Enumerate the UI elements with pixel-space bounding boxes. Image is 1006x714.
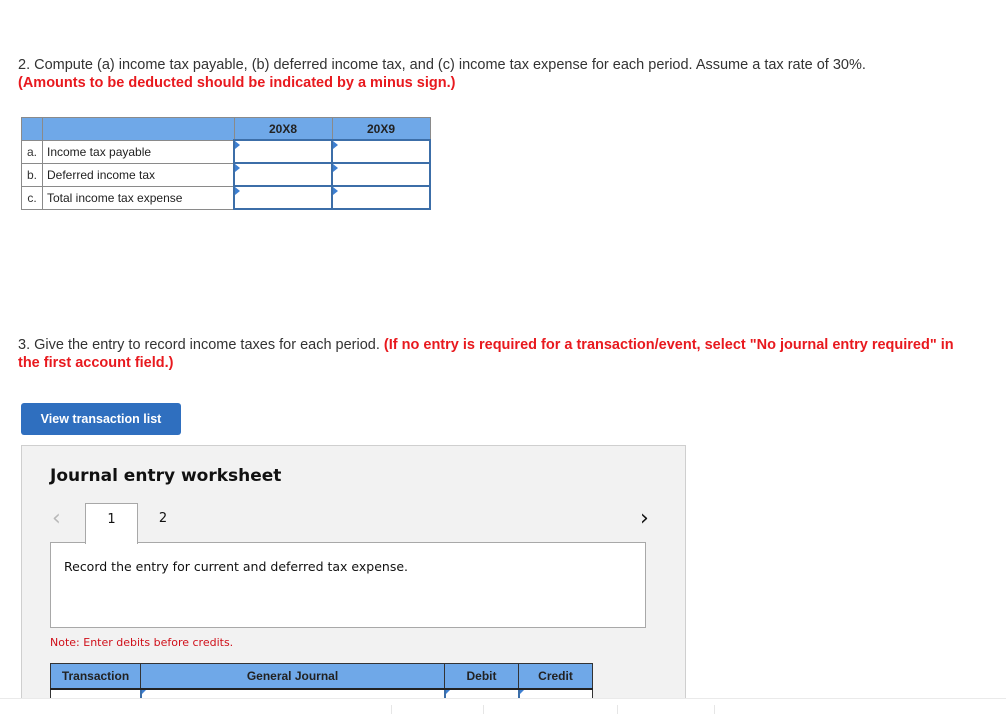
general-journal-table: Transaction General Journal Debit Credit: [50, 663, 593, 702]
worksheet-title: Journal entry worksheet: [50, 466, 282, 486]
deferred-income-tax-20x8-field[interactable]: [235, 164, 331, 185]
total-income-tax-expense-20x9-input[interactable]: [331, 185, 431, 210]
view-transaction-list-button[interactable]: View transaction list: [21, 403, 181, 435]
income-tax-payable-20x9-field[interactable]: [333, 141, 429, 162]
question-3: 3. Give the entry to record income taxes…: [18, 336, 978, 372]
deferred-income-tax-20x8-input[interactable]: [233, 162, 333, 187]
income-tax-payable-20x8-input[interactable]: [233, 139, 333, 164]
input-marker-icon: [235, 187, 240, 195]
journal-entry-worksheet: Journal entry worksheet ‹ 1 2 › Record t…: [21, 445, 686, 707]
tab-2[interactable]: 2: [146, 503, 180, 543]
header-general-journal: General Journal: [140, 663, 445, 690]
input-marker-icon: [519, 690, 528, 694]
question-3-text: 3. Give the entry to record income taxes…: [18, 337, 380, 353]
input-marker-icon: [333, 164, 338, 172]
debit-credit-note: Note: Enter debits before credits.: [50, 636, 234, 649]
chevron-right-icon[interactable]: ›: [640, 506, 649, 531]
tax-table-header-row: 20X8 20X9: [21, 117, 431, 141]
header-20x9: 20X9: [331, 117, 431, 141]
question-2-text: 2. Compute (a) income tax payable, (b) d…: [18, 57, 866, 73]
deferred-income-tax-20x9-input[interactable]: [331, 162, 431, 187]
row-letter: c.: [21, 185, 43, 210]
bottom-toolbar: [0, 698, 1006, 714]
tax-computation-table: 20X8 20X9 a. Income tax payable b. Defer…: [21, 117, 431, 210]
total-income-tax-expense-20x9-field[interactable]: [333, 187, 429, 208]
income-tax-payable-20x8-field[interactable]: [235, 141, 331, 162]
table-row: b. Deferred income tax: [21, 162, 431, 187]
chevron-left-icon[interactable]: ‹: [52, 506, 61, 531]
header-credit: Credit: [518, 663, 593, 690]
input-marker-icon: [235, 164, 240, 172]
deferred-income-tax-20x9-field[interactable]: [333, 164, 429, 185]
table-row: c. Total income tax expense: [21, 185, 431, 210]
input-marker-icon: [141, 690, 150, 694]
row-label: Total income tax expense: [42, 185, 235, 210]
header-transaction: Transaction: [50, 663, 141, 690]
total-income-tax-expense-20x8-field[interactable]: [235, 187, 331, 208]
income-tax-payable-20x9-input[interactable]: [331, 139, 431, 164]
header-letter: [21, 117, 43, 141]
question-2: 2. Compute (a) income tax payable, (b) d…: [18, 56, 978, 92]
instruction-box: Record the entry for current and deferre…: [50, 542, 646, 628]
header-debit: Debit: [444, 663, 519, 690]
tab-1[interactable]: 1: [85, 503, 138, 544]
input-marker-icon: [333, 187, 338, 195]
header-label: [42, 117, 235, 141]
row-letter: a.: [21, 139, 43, 164]
question-2-note: (Amounts to be deducted should be indica…: [18, 75, 456, 91]
journal-header-row: Transaction General Journal Debit Credit: [50, 663, 593, 690]
row-label: Income tax payable: [42, 139, 235, 164]
input-marker-icon: [333, 141, 338, 149]
row-label: Deferred income tax: [42, 162, 235, 187]
total-income-tax-expense-20x8-input[interactable]: [233, 185, 333, 210]
input-marker-icon: [235, 141, 240, 149]
input-marker-icon: [445, 690, 454, 694]
table-row: a. Income tax payable: [21, 139, 431, 164]
header-20x8: 20X8: [233, 117, 333, 141]
instruction-text: Record the entry for current and deferre…: [64, 559, 409, 574]
row-letter: b.: [21, 162, 43, 187]
